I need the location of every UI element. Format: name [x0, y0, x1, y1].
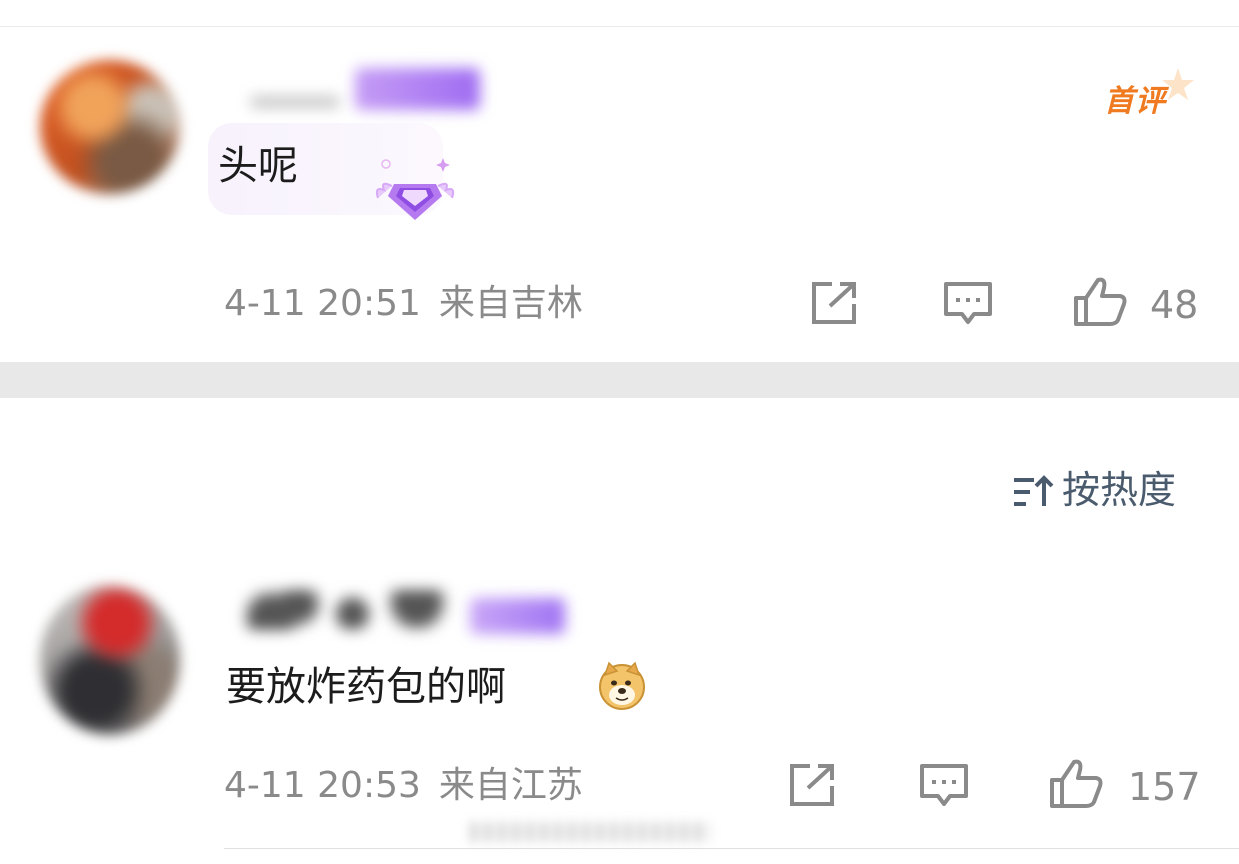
section-divider	[0, 362, 1239, 398]
first-comment-label: 首评	[1104, 84, 1166, 119]
top-divider	[0, 26, 1239, 27]
sort-icon	[1014, 475, 1054, 506]
comment-icon[interactable]	[918, 762, 970, 808]
comment-time: 4-11 20:51	[224, 283, 421, 324]
username[interactable]	[250, 96, 340, 108]
bottom-divider	[224, 848, 1239, 849]
doge-emoji-icon	[599, 661, 645, 710]
username[interactable]	[245, 590, 460, 630]
user-badge	[470, 598, 565, 634]
avatar[interactable]	[40, 60, 180, 194]
thumbs-up-icon[interactable]	[1048, 758, 1104, 810]
avatar[interactable]	[40, 585, 180, 735]
diamond-badge-icon	[375, 158, 455, 220]
comment-location: 来自江苏	[438, 765, 583, 806]
comment-meta: 4-11 20:53 来自江苏	[224, 768, 583, 804]
share-icon[interactable]	[786, 762, 838, 808]
comment-meta: 4-11 20:51 来自吉林	[224, 286, 583, 322]
blurred-content	[470, 822, 710, 842]
comment-location: 来自吉林	[438, 283, 583, 324]
share-icon[interactable]	[808, 280, 860, 326]
user-badge	[355, 68, 480, 110]
sort-label: 按热度	[1062, 468, 1177, 512]
comment-text[interactable]: 要放炸药包的啊	[226, 667, 506, 707]
like-count: 48	[1150, 283, 1199, 327]
like-count: 157	[1128, 765, 1201, 809]
comment-icon[interactable]	[942, 280, 994, 326]
comment-text[interactable]: 头呢	[218, 146, 298, 186]
first-comment-badge: 首评	[1100, 66, 1195, 119]
comment-time: 4-11 20:53	[224, 765, 421, 806]
thumbs-up-icon[interactable]	[1072, 276, 1128, 328]
